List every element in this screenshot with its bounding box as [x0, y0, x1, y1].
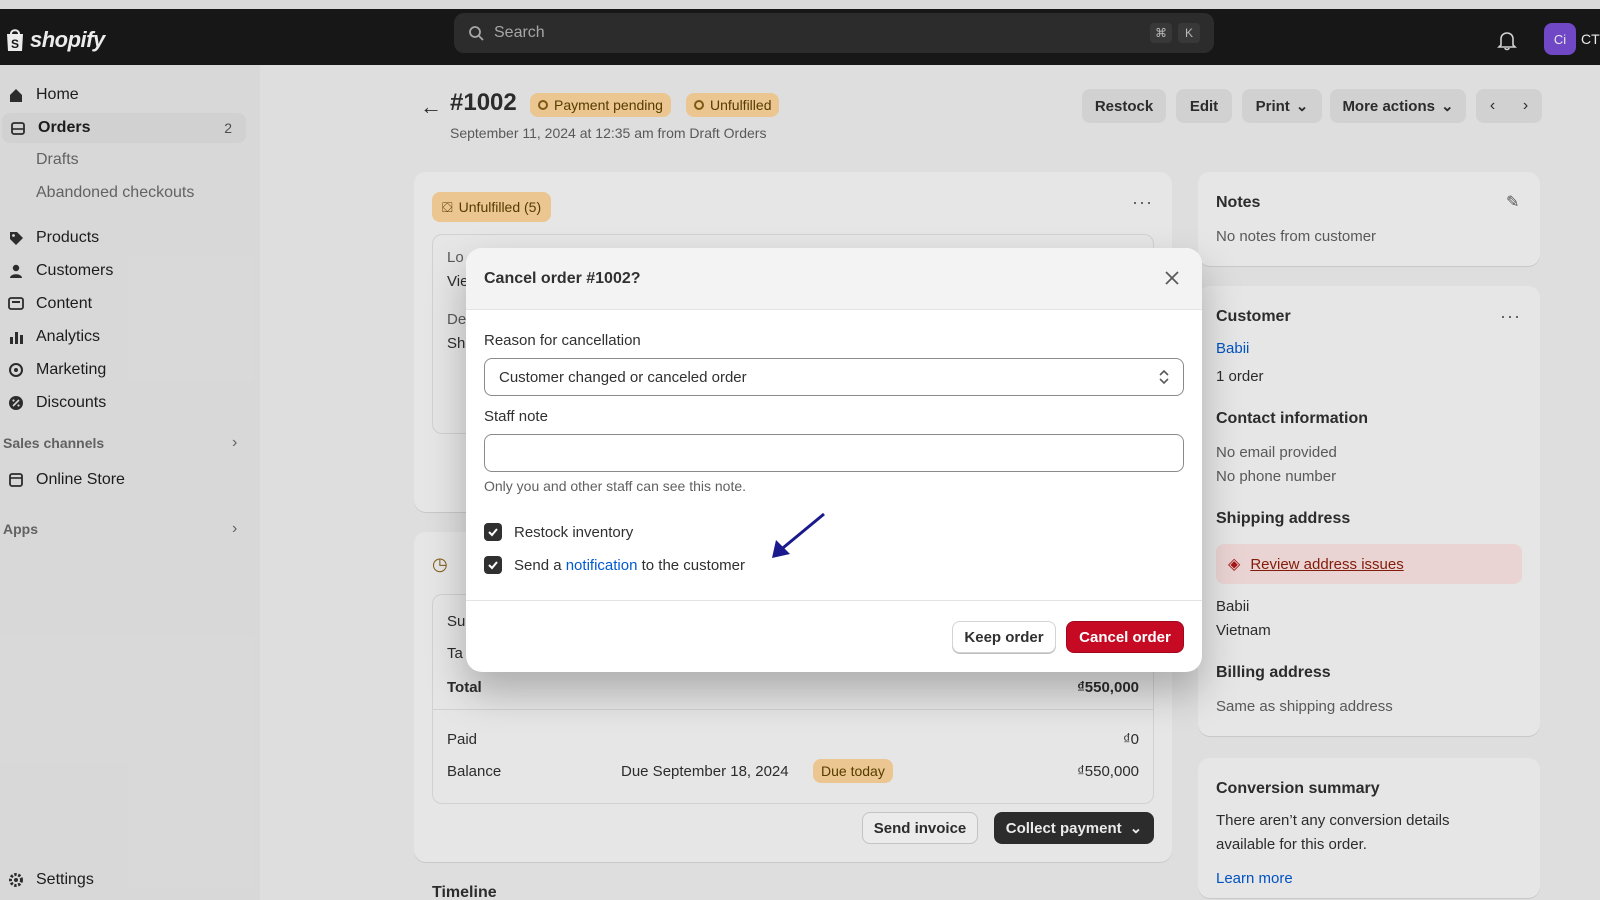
annotation-arrow-icon: [772, 512, 825, 558]
modal-title: Cancel order #1002?: [484, 270, 641, 287]
modal-header: Cancel order #1002?: [466, 248, 1202, 310]
cancel-order-modal: Cancel order #1002? Reason for cancellat…: [466, 248, 1202, 672]
modal-footer-divider: [466, 600, 1202, 601]
staff-note-label: Staff note: [484, 408, 548, 425]
notification-link[interactable]: notification: [566, 557, 638, 574]
close-icon[interactable]: [1162, 268, 1182, 288]
staff-note-help: Only you and other staff can see this no…: [484, 478, 747, 494]
staff-note-input[interactable]: [484, 434, 1184, 472]
checkmark-icon: [488, 528, 498, 537]
cancel-order-button[interactable]: Cancel order: [1066, 621, 1184, 653]
checkmark-icon: [488, 561, 498, 570]
restock-label: Restock inventory: [514, 523, 634, 541]
notification-checkbox[interactable]: [484, 556, 502, 574]
reason-label: Reason for cancellation: [484, 332, 641, 349]
keep-order-button[interactable]: Keep order: [952, 621, 1056, 653]
select-arrows-icon: [1159, 369, 1169, 385]
reason-selected-value: Customer changed or canceled order: [499, 368, 747, 386]
notify-prefix: Send a: [514, 556, 562, 574]
send-notification-option[interactable]: Send a notification to the customer: [484, 556, 745, 574]
restock-checkbox[interactable]: [484, 523, 502, 541]
notify-suffix: to the customer: [641, 556, 745, 574]
restock-inventory-option[interactable]: Restock inventory: [484, 523, 633, 541]
reason-select[interactable]: Customer changed or canceled order: [484, 358, 1184, 396]
